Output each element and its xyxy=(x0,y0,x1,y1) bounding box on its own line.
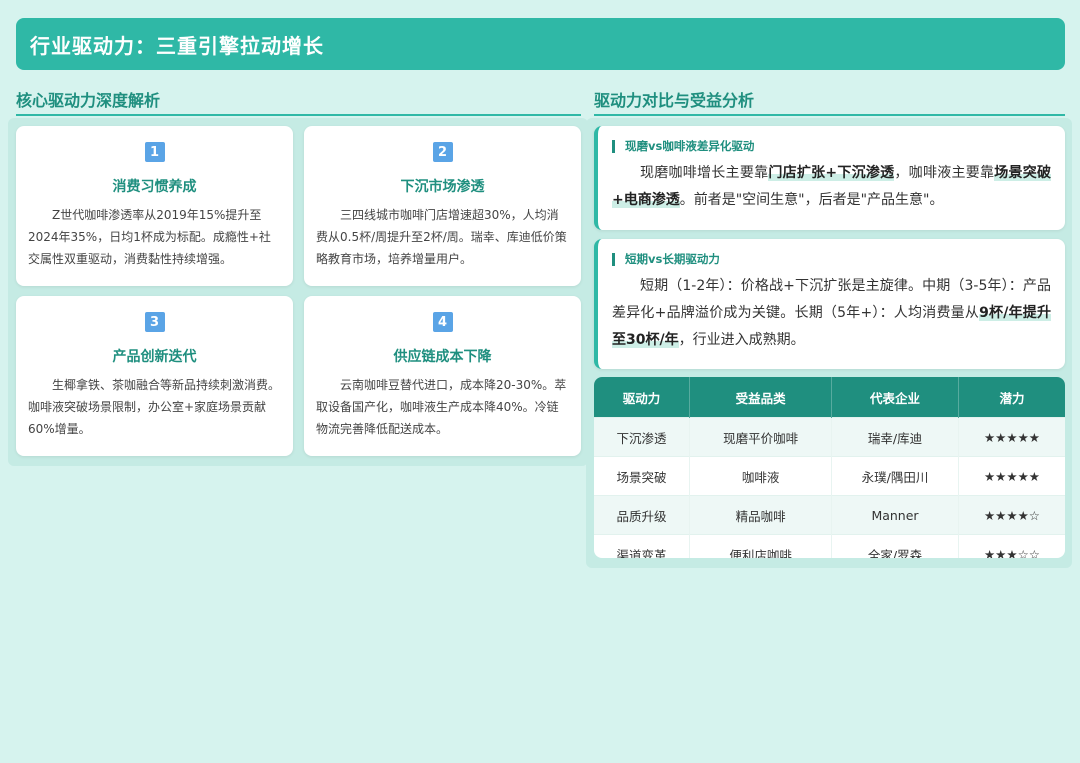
body-text: ，咖啡液主要靠 xyxy=(894,165,995,181)
column-header: 潜力 xyxy=(958,377,1065,418)
card-body: 短期（1-2年）：价格战+下沉扩张是主旋律。中期（3-5年）：产品差异化+品牌溢… xyxy=(612,273,1051,354)
column-header: 驱动力 xyxy=(594,377,691,418)
rating-stars: ★★★★★ xyxy=(958,456,1065,496)
table-cell: 永璞/隅田川 xyxy=(831,456,959,496)
page-title: 行业驱动力：三重引擎拉动增长 xyxy=(30,33,324,58)
table-row: 下沉渗透 现磨平价咖啡 瑞幸/库迪 ★★★★★ xyxy=(594,417,1065,457)
rating-stars: ★★★☆☆ xyxy=(958,534,1065,558)
column-header: 受益品类 xyxy=(689,377,833,418)
driver-card-title: 产品创新迭代 xyxy=(112,349,197,365)
table-cell: 咖啡液 xyxy=(689,456,833,496)
driver-card-body: 生椰拿铁、茶咖融合等新品持续刺激消费。咖啡液突破场景限制，办公室+家庭场景贡献6… xyxy=(28,378,281,436)
driver-card-body: 云南咖啡豆替代进口，成本降20-30%。萃取设备国产化，咖啡液生产成本降40%。… xyxy=(316,378,567,436)
table-row: 品质升级 精品咖啡 Manner ★★★★☆ xyxy=(594,495,1065,535)
table-cell: 下沉渗透 xyxy=(594,417,691,457)
table-cell: 全家/罗森 xyxy=(831,534,959,558)
number-badge-3: 3 xyxy=(144,312,165,332)
table-cell: 场景突破 xyxy=(594,456,691,496)
rating-stars: ★★★★★ xyxy=(958,417,1065,457)
card-heading: 短期vs长期驱动力 xyxy=(612,251,1051,267)
card-body: 现磨咖啡增长主要靠门店扩张+下沉渗透，咖啡液主要靠场景突破+电商渗透。前者是"空… xyxy=(612,160,1052,214)
title-bar: 行业驱动力：三重引擎拉动增长 xyxy=(16,18,1065,70)
table-cell: 精品咖啡 xyxy=(689,495,833,535)
driver-card-title: 消费习惯养成 xyxy=(112,179,197,195)
highlight-text: 门店扩张+下沉渗透 xyxy=(768,165,895,181)
short-vs-long-card: 短期vs长期驱动力 短期（1-2年）：价格战+下沉扩张是主旋律。中期（3-5年）… xyxy=(594,239,1065,369)
driver-card-3: 3 产品创新迭代 生椰拿铁、茶咖融合等新品持续刺激消费。咖啡液突破场景限制，办公… xyxy=(16,296,293,456)
table-cell: 品质升级 xyxy=(594,495,691,535)
rating-stars: ★★★★☆ xyxy=(958,495,1065,535)
right-section-heading: 驱动力对比与受益分析 xyxy=(594,84,1065,116)
table-row: 渠道变革 便利店咖啡 全家/罗森 ★★★☆☆ xyxy=(594,534,1065,558)
beneficiary-table: 驱动力 受益品类 代表企业 潜力 下沉渗透 现磨平价咖啡 瑞幸/库迪 ★★★★★… xyxy=(594,377,1065,558)
heading-marker xyxy=(612,252,615,266)
fresh-vs-liquid-card: 现磨vs咖啡液差异化驱动 现磨咖啡增长主要靠门店扩张+下沉渗透，咖啡液主要靠场景… xyxy=(594,126,1065,230)
driver-card-title: 供应链成本下降 xyxy=(393,349,492,365)
table-header-row: 驱动力 受益品类 代表企业 潜力 xyxy=(594,377,1065,418)
body-text: 现磨咖啡增长主要靠 xyxy=(640,165,769,181)
card-heading: 现磨vs咖啡液差异化驱动 xyxy=(612,138,1051,154)
left-section-heading: 核心驱动力深度解析 xyxy=(16,84,581,116)
table-cell: 渠道变革 xyxy=(594,534,691,558)
column-header: 代表企业 xyxy=(831,377,959,418)
table-cell: 现磨平价咖啡 xyxy=(689,417,833,457)
table-row: 场景突破 咖啡液 永璞/隅田川 ★★★★★ xyxy=(594,456,1065,496)
driver-card-4: 4 供应链成本下降 云南咖啡豆替代进口，成本降20-30%。萃取设备国产化，咖啡… xyxy=(304,296,581,456)
driver-card-title: 下沉市场渗透 xyxy=(400,179,485,195)
driver-card-body: 三四线城市咖啡门店增速超30%，人均消费从0.5杯/周提升至2杯/周。瑞幸、库迪… xyxy=(316,208,567,266)
card-heading-text: 短期vs长期驱动力 xyxy=(625,252,720,266)
body-text: ，行业进入成熟期。 xyxy=(678,332,805,348)
number-badge-1: 1 xyxy=(144,142,165,162)
table-cell: 瑞幸/库迪 xyxy=(831,417,959,457)
card-heading-text: 现磨vs咖啡液差异化驱动 xyxy=(625,139,755,153)
table-cell: Manner xyxy=(831,495,959,535)
driver-card-2: 2 下沉市场渗透 三四线城市咖啡门店增速超30%，人均消费从0.5杯/周提升至2… xyxy=(304,126,581,286)
driver-card-body: Z世代咖啡渗透率从2019年15%提升至2024年35%，日均1杯成为标配。成瘾… xyxy=(28,208,271,266)
body-text: 。前者是"空间生意"，后者是"产品生意"。 xyxy=(679,192,944,208)
number-badge-4: 4 xyxy=(432,312,453,332)
driver-card-1: 1 消费习惯养成 Z世代咖啡渗透率从2019年15%提升至2024年35%，日均… xyxy=(16,126,293,286)
table-cell: 便利店咖啡 xyxy=(689,534,833,558)
number-badge-2: 2 xyxy=(432,142,453,162)
heading-marker xyxy=(612,139,615,153)
